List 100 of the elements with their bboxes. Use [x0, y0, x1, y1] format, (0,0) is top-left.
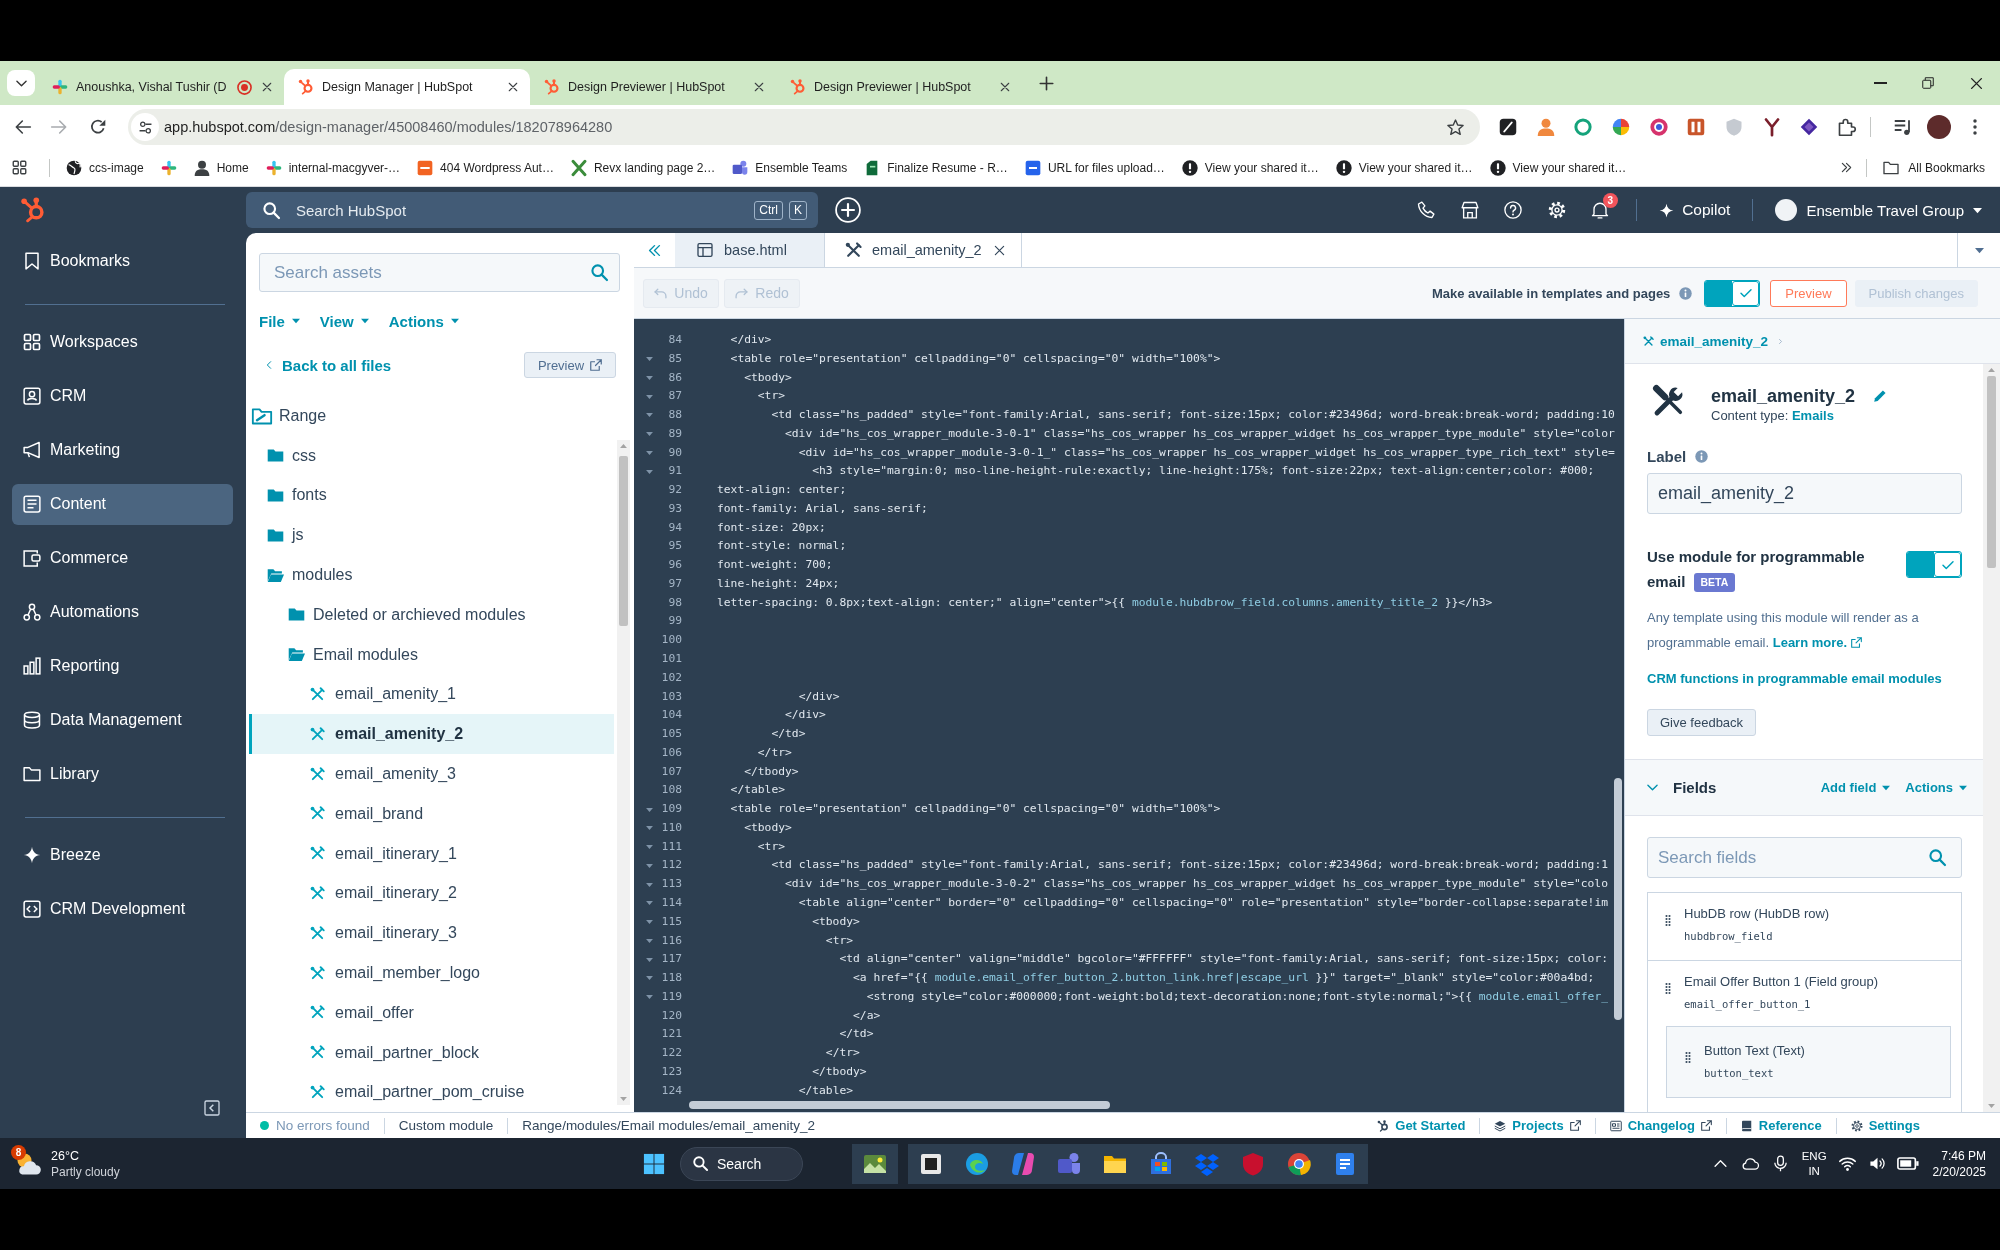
drag-handle-icon[interactable]: [1685, 1051, 1691, 1064]
fold-caret-icon[interactable]: [646, 976, 653, 981]
diamond-icon[interactable]: [1800, 118, 1819, 136]
info-icon[interactable]: [1679, 286, 1693, 300]
address-field[interactable]: app.hubspot.com/design-manager/45008460/modules/182078964280: [128, 109, 1480, 145]
nav-item[interactable]: CRM: [12, 375, 233, 417]
bookmark-link[interactable]: Finalize Resume - R…: [858, 153, 1014, 182]
pinwheel-icon[interactable]: [160, 159, 177, 176]
nav-item[interactable]: Library: [12, 753, 233, 795]
tree-item[interactable]: email_itinerary_1: [249, 833, 614, 874]
fold-caret-icon[interactable]: [646, 432, 653, 437]
double-chevron-icon[interactable]: [1841, 162, 1853, 173]
person-icon[interactable]: [1536, 118, 1555, 136]
collapse-icon[interactable]: [204, 1100, 220, 1116]
nav-item[interactable]: Reporting: [12, 645, 233, 687]
clock-time[interactable]: 7:46 PM: [1941, 1147, 1986, 1164]
people-icon[interactable]: [1057, 1151, 1081, 1176]
segmented-circle-icon[interactable]: [1287, 1151, 1311, 1176]
cloud-icon[interactable]: [1742, 1155, 1760, 1172]
tree-item[interactable]: email_amenity_3: [249, 754, 614, 794]
nav-item[interactable]: Marketing: [12, 429, 233, 471]
scrollbar-thumb[interactable]: [689, 1101, 1110, 1109]
tree-item[interactable]: css: [249, 435, 614, 476]
tab-search-button[interactable]: [7, 70, 35, 96]
tree-item[interactable]: email_offer: [249, 992, 614, 1033]
close-icon[interactable]: [1000, 82, 1010, 92]
grid-icon[interactable]: [12, 160, 27, 175]
tree-item[interactable]: js: [249, 515, 614, 556]
nav-item[interactable]: Commerce: [12, 537, 233, 579]
scrollbar-thumb[interactable]: [1614, 778, 1622, 1020]
fold-caret-icon[interactable]: [646, 957, 653, 962]
field-card[interactable]: Email Offer Button 1 (Field group) email_offer_button_1 Button Text (Text) button_text: [1647, 961, 1962, 1112]
scrollbar-track[interactable]: [617, 439, 630, 1105]
rounded-square-icon[interactable]: [1498, 118, 1517, 136]
tree-item[interactable]: Deleted or archieved modules: [249, 595, 614, 635]
reload-icon[interactable]: [90, 119, 106, 135]
help-icon[interactable]: [1504, 201, 1523, 219]
plus-icon[interactable]: [1039, 75, 1054, 91]
color-wheel-icon[interactable]: [1611, 118, 1630, 136]
field-card[interactable]: Button Text (Text) button_text: [1666, 1026, 1951, 1098]
avatar-icon[interactable]: [1926, 115, 1951, 139]
ring-icon[interactable]: [1574, 118, 1593, 136]
bookmark-link[interactable]: ccs-image: [60, 153, 150, 182]
plus-circle-icon[interactable]: [835, 197, 861, 223]
info-icon[interactable]: [1695, 449, 1709, 463]
pencil-icon[interactable]: [1873, 389, 1888, 403]
copilot-button[interactable]: Copilot: [1651, 194, 1739, 226]
fork-icon[interactable]: [1762, 118, 1781, 136]
content-type-link[interactable]: Emails: [1791, 408, 1834, 423]
back-link[interactable]: Back to all files: [259, 356, 392, 374]
store-icon[interactable]: [1460, 201, 1479, 219]
playlist-icon[interactable]: [1893, 118, 1912, 136]
tree-item[interactable]: fonts: [249, 475, 614, 516]
chevron-up-icon[interactable]: [1714, 1157, 1728, 1170]
window-icon[interactable]: [919, 1151, 943, 1176]
fold-caret-icon[interactable]: [646, 882, 653, 887]
sliders-icon[interactable]: [138, 120, 152, 134]
footer-link[interactable]: Changelog: [1609, 1118, 1712, 1133]
drag-handle-icon[interactable]: [1665, 982, 1671, 995]
nav-item[interactable]: Automations: [12, 591, 233, 633]
label-input[interactable]: email_amenity_2: [1647, 473, 1962, 514]
nav-item[interactable]: Content: [12, 483, 233, 525]
ring-icon[interactable]: [1649, 118, 1668, 136]
bookmark-link[interactable]: View your shared it…: [1329, 153, 1479, 182]
drag-handle-icon[interactable]: [1665, 914, 1671, 927]
notepad-icon[interactable]: [1333, 1151, 1357, 1176]
search-field[interactable]: Search: [680, 1146, 803, 1181]
fold-caret-icon[interactable]: [646, 845, 653, 850]
fold-caret-icon[interactable]: [646, 826, 653, 831]
puzzle-icon[interactable]: [1838, 118, 1857, 136]
phone-icon[interactable]: [1417, 201, 1436, 219]
chevron-down-icon[interactable]: [1647, 782, 1658, 793]
tree-item[interactable]: Range: [249, 396, 614, 436]
browser-tab[interactable]: Design Manager | HubSpot: [284, 69, 530, 105]
tree-item[interactable]: email_amenity_1: [249, 674, 614, 715]
wifi-icon[interactable]: [1839, 1155, 1857, 1172]
close-icon[interactable]: [262, 82, 272, 92]
microphone-icon[interactable]: [1772, 1155, 1790, 1172]
menu-button[interactable]: View: [319, 310, 369, 332]
footer-link[interactable]: Reference: [1740, 1118, 1822, 1133]
tree-item[interactable]: email_member_logo: [249, 953, 614, 993]
minimize-icon[interactable]: [1873, 82, 1887, 84]
tree-item[interactable]: modules: [249, 555, 614, 595]
petals-icon[interactable]: [1011, 1151, 1035, 1176]
bookmark-link[interactable]: URL for files upload…: [1018, 153, 1171, 182]
settings-icon[interactable]: [1547, 201, 1566, 219]
field-card[interactable]: HubDB row (HubDB row) hubdbrow_field: [1647, 892, 1962, 961]
nav-item[interactable]: CRM Development: [12, 888, 233, 930]
tree-item[interactable]: Email modules: [249, 634, 614, 675]
scrollbar-thumb[interactable]: [1987, 376, 1996, 568]
fold-caret-icon[interactable]: [646, 920, 653, 925]
bookmark-link[interactable]: Home: [187, 153, 255, 182]
tree-item[interactable]: email_brand: [249, 793, 614, 834]
bookmark-link[interactable]: View your shared it…: [1175, 153, 1325, 182]
menu-button[interactable]: File: [259, 310, 300, 332]
bag-icon[interactable]: [1149, 1151, 1173, 1176]
fold-caret-icon[interactable]: [646, 450, 653, 455]
bookmark-link[interactable]: Ensemble Teams: [726, 153, 854, 182]
preview-button[interactable]: Preview: [524, 352, 616, 378]
menu-icon[interactable]: [1972, 119, 1977, 135]
